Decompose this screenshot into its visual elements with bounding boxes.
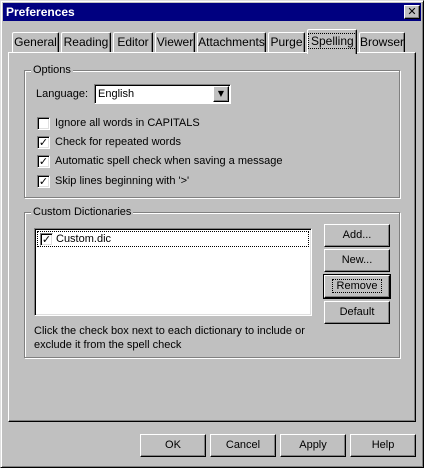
help-button-label: Help [371,439,395,451]
default-button[interactable]: Default [324,301,390,324]
ok-button[interactable]: OK [140,434,206,457]
dictionary-list[interactable]: ✓ Custom.dic [34,228,312,316]
tab-reading-label: Reading [63,35,109,49]
tab-purge-label: Purge [270,35,303,49]
language-label: Language: [36,88,88,100]
default-button-label: Default [339,306,375,318]
language-select-value: English [98,88,135,100]
language-select[interactable]: English ▼ [94,84,231,104]
tab-purge[interactable]: Purge [268,32,305,52]
dictionary-item-label: Custom.dic [56,233,112,245]
title-bar[interactable]: Preferences ✕ [3,3,421,21]
dictionary-help-text: Click the check box next to each diction… [34,325,305,351]
tab-viewer[interactable]: Viewer [155,32,195,52]
auto-spell-check-checkbox[interactable]: ✓ [37,155,50,168]
ok-button-label: OK [165,439,181,451]
tab-editor-label: Editor [117,35,149,49]
dictionary-item-checkbox[interactable]: ✓ [40,233,53,246]
apply-button-label: Apply [299,439,327,451]
tab-reading[interactable]: Reading [61,32,111,52]
add-button[interactable]: Add... [324,224,390,247]
help-button[interactable]: Help [350,434,416,457]
custom-dictionaries-group-label: Custom Dictionaries [31,206,134,219]
repeated-words-checkbox[interactable]: ✓ [37,136,50,149]
chevron-down-icon[interactable]: ▼ [213,86,229,102]
remove-button[interactable]: Remove [323,274,391,299]
skip-quoted-lines-checkbox[interactable]: ✓ [37,175,50,188]
tab-editor[interactable]: Editor [113,32,153,52]
add-button-label: Add... [342,229,372,241]
tab-spelling-label: Spelling [308,33,357,49]
tab-viewer-label: Viewer [156,35,194,49]
repeated-words-label: Check for repeated words [55,136,181,148]
close-button[interactable]: ✕ [404,5,420,19]
list-item[interactable]: ✓ Custom.dic [37,231,309,247]
tab-general[interactable]: General [12,32,59,52]
apply-button[interactable]: Apply [280,434,346,457]
window-title: Preferences [6,5,75,19]
tab-browser[interactable]: Browser [359,32,405,52]
tab-attachments[interactable]: Attachments [197,32,266,52]
new-button-label: New... [341,254,373,266]
tab-attachments-label: Attachments [198,35,265,49]
ignore-capitals-label: Ignore all words in CAPITALS [55,117,200,129]
remove-button-label: Remove [331,279,383,293]
options-group-label: Options [31,64,73,77]
tab-spelling[interactable]: Spelling [307,29,357,54]
skip-quoted-lines-label: Skip lines beginning with '>' [55,175,190,187]
new-button[interactable]: New... [324,249,390,272]
cancel-button-label: Cancel [225,439,261,451]
tab-browser-label: Browser [360,35,405,49]
ignore-capitals-checkbox[interactable] [37,117,50,130]
auto-spell-check-label: Automatic spell check when saving a mess… [55,155,283,167]
cancel-button[interactable]: Cancel [210,434,276,457]
tab-general-label: General [14,35,57,49]
